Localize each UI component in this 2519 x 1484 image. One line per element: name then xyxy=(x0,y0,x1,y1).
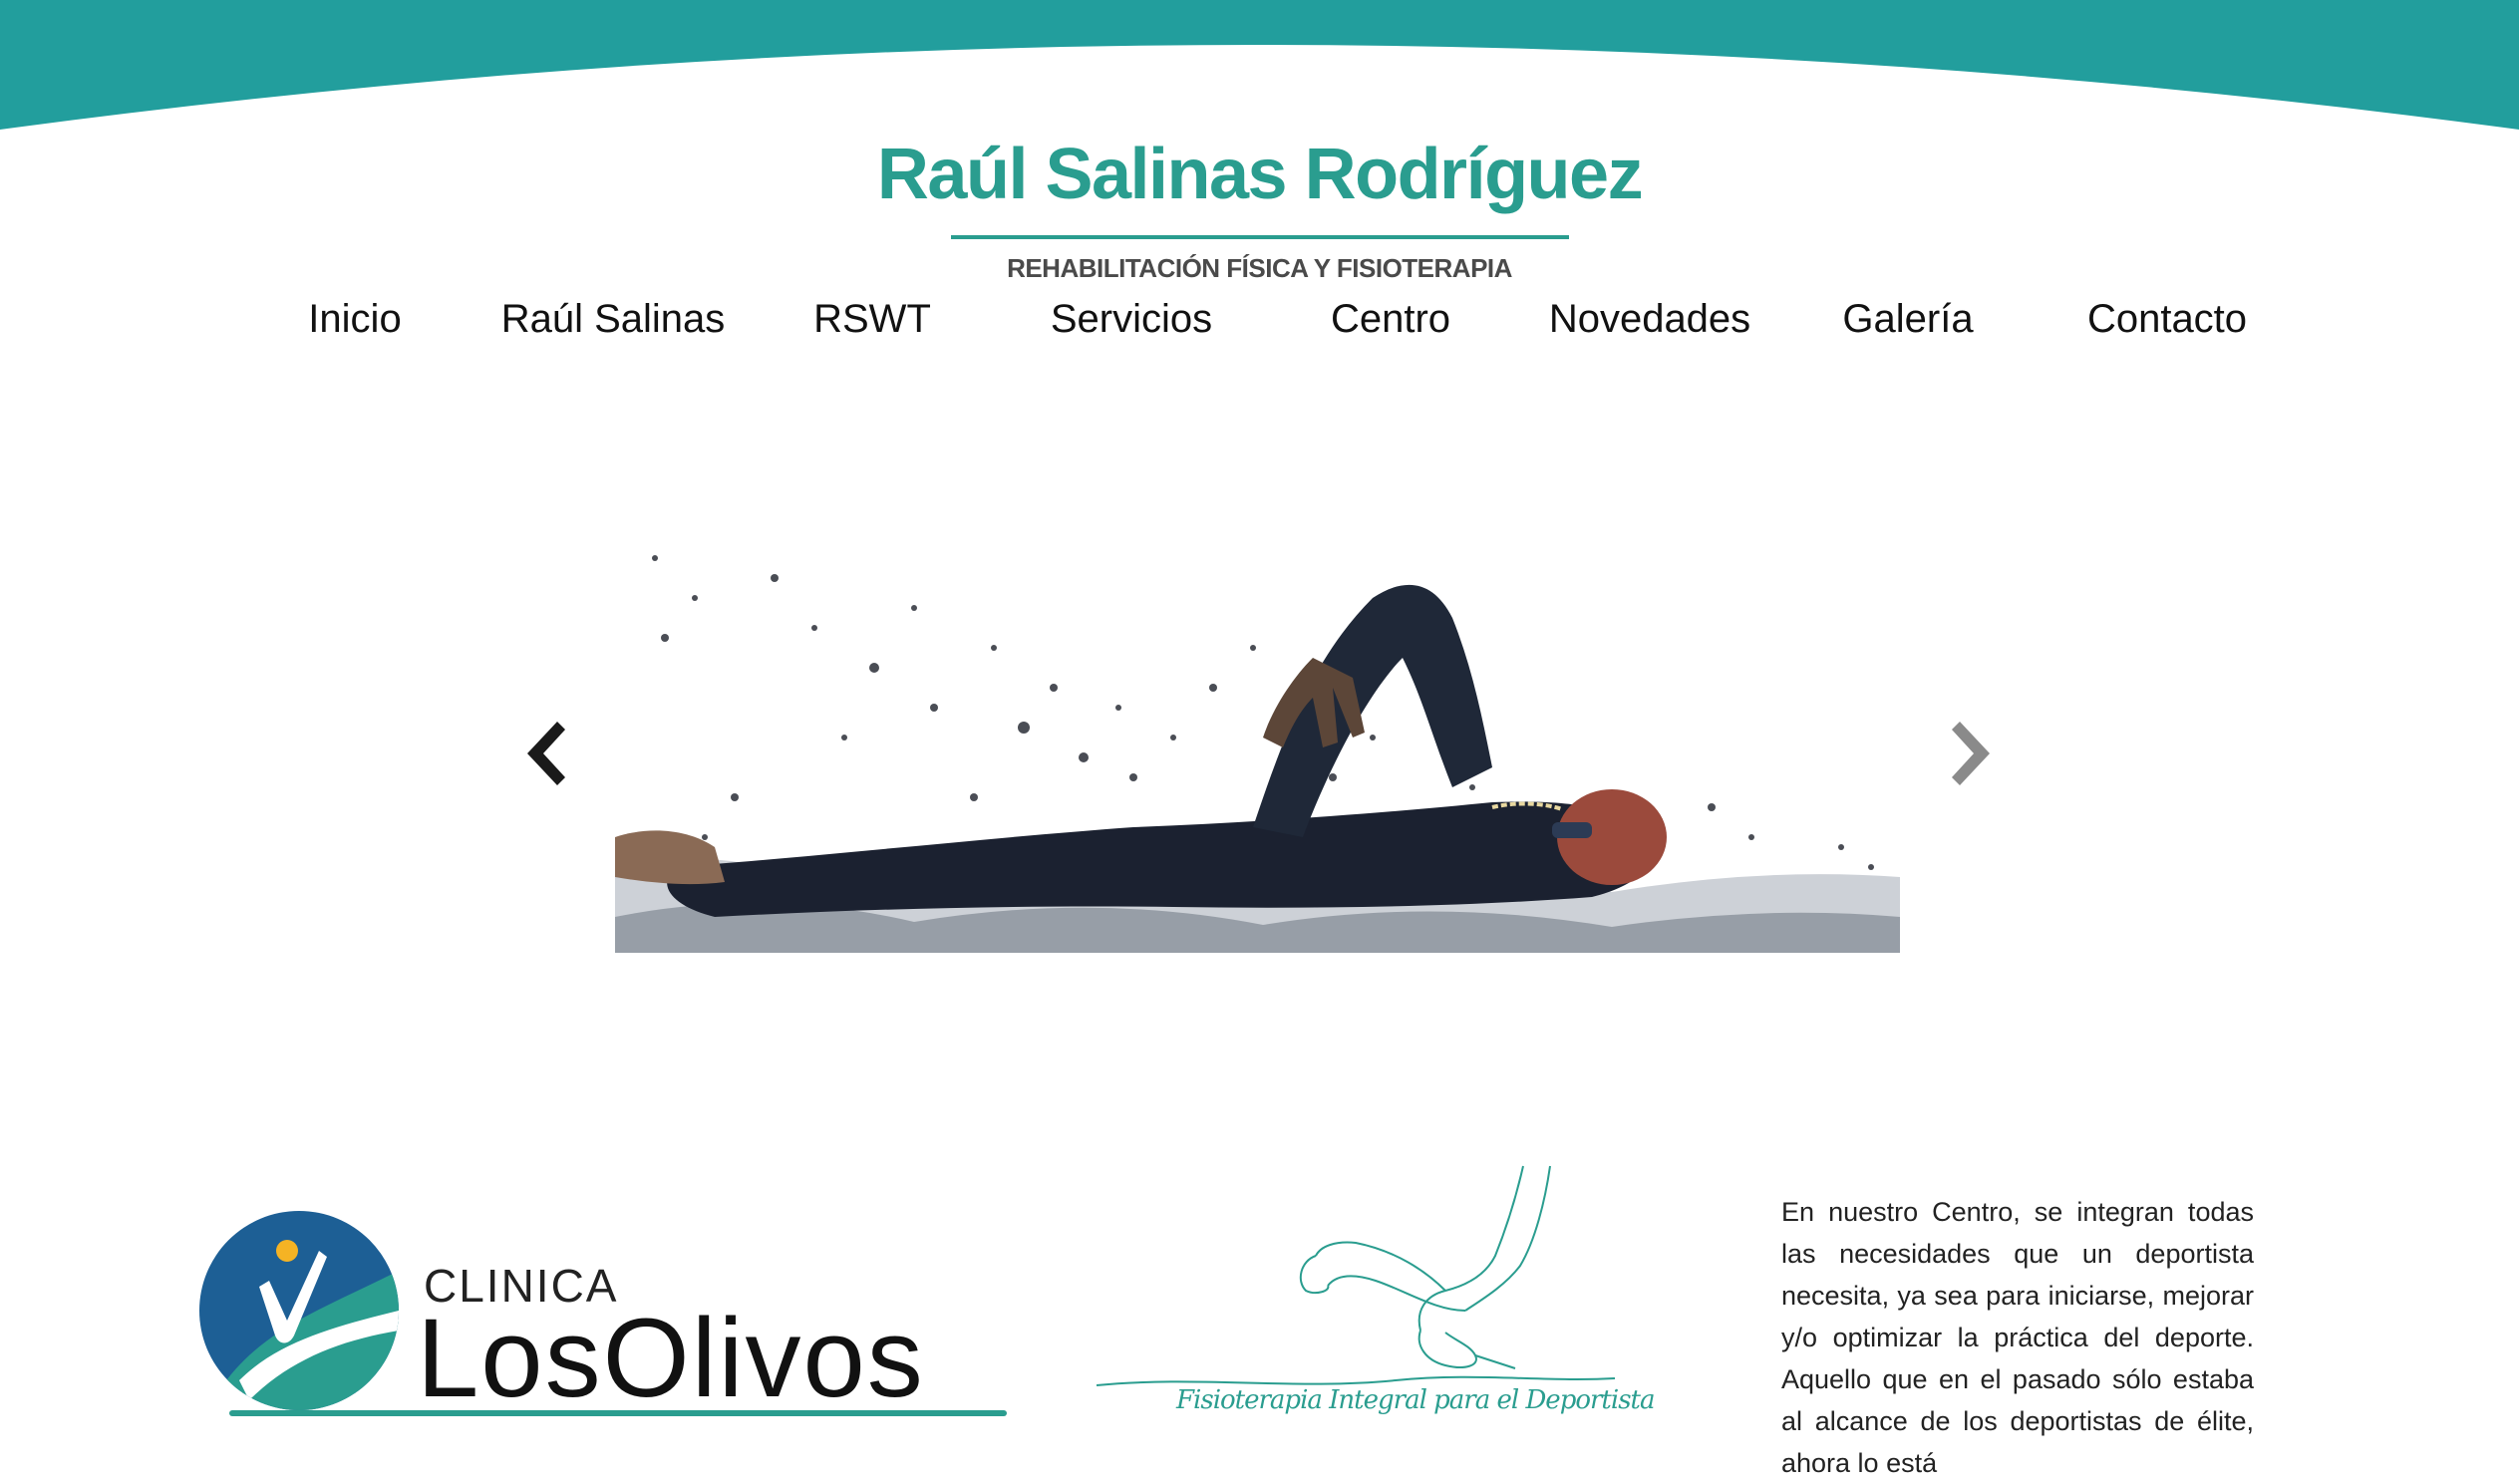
hero-slide-image xyxy=(615,538,1900,953)
nav-item-galeria[interactable]: Galería xyxy=(1842,297,1973,342)
runner-caption: Fisioterapia Integral para el Deportista xyxy=(1176,1385,1655,1415)
nav-item-rswt[interactable]: RSWT xyxy=(813,297,931,342)
chevron-left-icon xyxy=(527,722,565,785)
logo-divider xyxy=(950,235,1569,239)
clinic-emblem-icon xyxy=(199,1211,399,1410)
clinic-underline xyxy=(229,1410,1007,1416)
nav-item-centro[interactable]: Centro xyxy=(1331,297,1450,342)
clinic-label-big: LosOlivos xyxy=(417,1296,925,1420)
nav-item-raul-salinas[interactable]: Raúl Salinas xyxy=(501,297,726,342)
nav-item-novedades[interactable]: Novedades xyxy=(1549,297,1750,342)
slider-next-button[interactable] xyxy=(1944,714,2004,793)
runner-logo[interactable]: Fisioterapia Integral para el Deportista xyxy=(1096,1161,1655,1441)
intro-paragraph: En nuestro Centro, se integran todas las… xyxy=(1781,1197,2254,1478)
nav-item-contacto[interactable]: Contacto xyxy=(2087,297,2247,342)
chevron-right-icon xyxy=(1952,722,1990,785)
slider-prev-button[interactable] xyxy=(513,714,573,793)
site-logo[interactable]: Raúl Salinas Rodríguez REHABILITACIÓN FÍ… xyxy=(0,130,2519,284)
site-title: Raúl Salinas Rodríguez xyxy=(876,135,1644,214)
runner-icon xyxy=(1096,1165,1616,1386)
nav-item-inicio[interactable]: Inicio xyxy=(308,297,401,342)
header-arc xyxy=(0,0,2519,130)
main-nav: Inicio Raúl Salinas RSWT Servicios Centr… xyxy=(0,297,2519,357)
site-subtitle: REHABILITACIÓN FÍSICA Y FISIOTERAPIA xyxy=(1007,253,1512,283)
nav-item-servicios[interactable]: Servicios xyxy=(1051,297,1212,342)
clinic-los-olivos-logo[interactable]: CLINICA LosOlivos xyxy=(199,1201,1007,1440)
